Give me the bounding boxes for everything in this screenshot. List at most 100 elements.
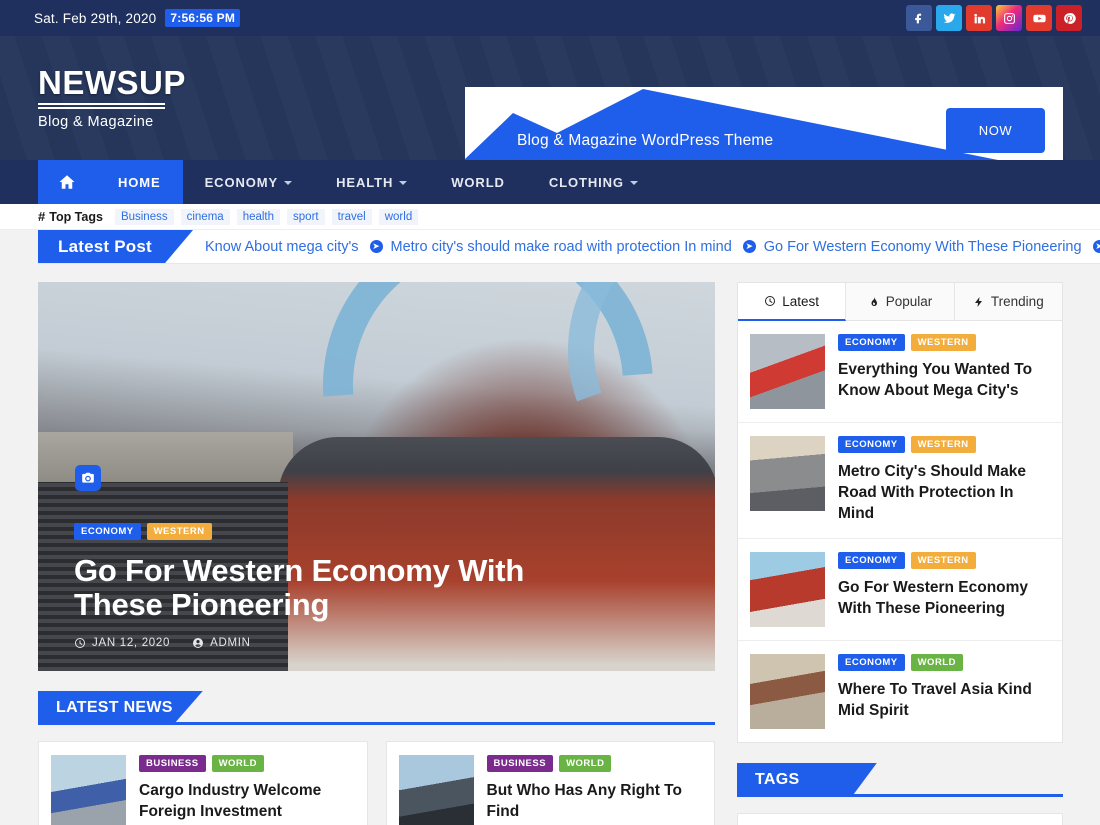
- nav-item-world[interactable]: WORLD: [429, 160, 527, 204]
- promo-text: Blog & Magazine WordPress Theme: [517, 132, 774, 149]
- instagram-icon[interactable]: [996, 5, 1022, 31]
- sidebar-post-title[interactable]: Metro City's Should Make Road With Prote…: [838, 462, 1050, 525]
- ticker-item-text: Metro city's should make road with prote…: [390, 238, 732, 255]
- tab-latest[interactable]: Latest: [738, 283, 847, 321]
- nav-item-health[interactable]: HEALTH: [314, 160, 429, 204]
- pinterest-icon[interactable]: [1056, 5, 1082, 31]
- badge-economy[interactable]: ECONOMY: [74, 522, 141, 540]
- site-logo[interactable]: NEWSUP Blog & Magazine: [38, 63, 238, 131]
- tab-label: Popular: [885, 294, 933, 309]
- tags-section-header: TAGS: [737, 762, 1063, 797]
- post-date-text: JAN 12, 2020: [92, 637, 171, 649]
- badge-economy[interactable]: ECONOMY: [838, 436, 905, 453]
- current-date: Sat. Feb 29th, 2020: [34, 10, 157, 26]
- nav-item-home[interactable]: HOME: [96, 160, 183, 204]
- top-tags-label: # Top Tags: [38, 209, 103, 224]
- sidebar-post-badges: ECONOMY WESTERN: [838, 334, 1050, 351]
- sidebar-post-thumbnail: [750, 551, 825, 627]
- main-column: ECONOMY WESTERN Go For Western Economy W…: [38, 282, 715, 825]
- tab-popular[interactable]: Popular: [846, 283, 955, 321]
- logo-rule-lines: [38, 103, 238, 110]
- featured-post[interactable]: ECONOMY WESTERN Go For Western Economy W…: [38, 282, 715, 671]
- badge-economy[interactable]: ECONOMY: [838, 653, 905, 671]
- promo-banner[interactable]: Blog & Magazine WordPress Theme NOW: [465, 87, 1063, 160]
- nav-label: CLOTHING: [548, 174, 624, 190]
- ticker-item[interactable]: ➤ Metro city's should make road with pro…: [369, 238, 732, 255]
- date-display: Sat. Feb 29th, 2020 7:56:56 PM: [34, 9, 241, 27]
- ticker-item[interactable]: ➤ Go For Western Economy With These Pion…: [742, 239, 1082, 255]
- badge-business[interactable]: BUSINESS: [486, 755, 554, 772]
- ticker-item-text: Know About mega city's: [205, 238, 359, 255]
- sidebar-post-item[interactable]: ECONOMY WESTERN Metro City's Should Make…: [738, 423, 1062, 539]
- badge-business[interactable]: BUSINESS: [139, 755, 206, 772]
- badge-world[interactable]: WORLD: [211, 755, 264, 772]
- facebook-icon[interactable]: [906, 5, 932, 31]
- sidebar-post-body: ECONOMY WESTERN Go For Western Economy W…: [838, 551, 1050, 627]
- tab-trending[interactable]: Trending: [954, 283, 1062, 321]
- tab-list: Latest Popular Trending: [738, 283, 1062, 321]
- sidebar-post-title[interactable]: Where To Travel Asia Kind Mid Spirit: [838, 680, 1050, 722]
- sidebar-post-body: ECONOMY WESTERN Everything You Wanted To…: [838, 334, 1050, 409]
- news-card-body: BUSINESS WORLD Cargo Industry Welcome Fo…: [139, 755, 355, 825]
- nav-label: ECONOMY: [204, 174, 279, 190]
- linkedin-icon[interactable]: [966, 5, 992, 31]
- nav-item-economy[interactable]: ECONOMY: [183, 160, 314, 204]
- nav-label: WORLD: [451, 174, 505, 190]
- chevron-down-icon: [284, 181, 293, 185]
- top-tags-bar: # Top Tags Business cinema health sport …: [0, 204, 1100, 230]
- latest-news-title: LATEST NEWS: [38, 691, 203, 725]
- featured-post-badges: ECONOMY WESTERN: [74, 522, 614, 540]
- top-tag-health[interactable]: health: [236, 208, 281, 225]
- top-tag-travel[interactable]: travel: [331, 208, 372, 225]
- sidebar-post-thumbnail: [750, 653, 825, 729]
- ticker-label: Latest Post: [38, 230, 193, 263]
- fire-icon: [871, 296, 877, 306]
- badge-western[interactable]: WESTERN: [910, 334, 976, 351]
- posts-tab-widget: Latest Popular Trending ECONOMY WESTERN: [737, 282, 1063, 743]
- news-card[interactable]: BUSINESS WORLD Cargo Industry Welcome Fo…: [38, 741, 368, 825]
- badge-economy[interactable]: ECONOMY: [838, 551, 905, 569]
- news-card-thumbnail: [51, 755, 126, 825]
- sidebar: Latest Popular Trending ECONOMY WESTERN: [737, 282, 1063, 825]
- badge-economy[interactable]: ECONOMY: [838, 334, 905, 351]
- home-icon[interactable]: [38, 160, 96, 204]
- badge-world[interactable]: WORLD: [559, 755, 612, 772]
- page-content: ECONOMY WESTERN Go For Western Economy W…: [0, 264, 1100, 825]
- chevron-down-icon: [399, 181, 408, 185]
- badge-western[interactable]: WESTERN: [910, 436, 976, 453]
- twitter-icon[interactable]: [936, 5, 962, 31]
- ticker-item[interactable]: Know About mega city's: [205, 239, 359, 255]
- promo-now-button[interactable]: NOW: [946, 108, 1045, 153]
- top-tag-cinema[interactable]: cinema: [180, 208, 230, 225]
- news-card-body: BUSINESS WORLD But Who Has Any Right To …: [486, 755, 703, 825]
- camera-icon[interactable]: [75, 465, 101, 491]
- ticker-item[interactable]: ➤ Wh: [1092, 239, 1100, 255]
- top-tag-sport[interactable]: sport: [287, 208, 325, 225]
- sidebar-post-title[interactable]: Go For Western Economy With These Pionee…: [838, 578, 1050, 620]
- site-header: NEWSUP Blog & Magazine Blog & Magazine W…: [0, 36, 1100, 160]
- sidebar-post-badges: ECONOMY WESTERN: [838, 551, 1050, 569]
- badge-world[interactable]: WORLD: [910, 653, 963, 671]
- badge-western[interactable]: WESTERN: [146, 522, 212, 540]
- tags-widget: Business Cinema Health Sport Travel Worl…: [737, 812, 1063, 825]
- news-card-title[interactable]: Cargo Industry Welcome Foreign Investmen…: [139, 781, 355, 823]
- badge-western[interactable]: WESTERN: [910, 551, 976, 569]
- latest-news-section-header: LATEST NEWS: [38, 691, 715, 725]
- logo-name: NEWSUP: [38, 63, 186, 101]
- youtube-icon[interactable]: [1026, 5, 1052, 31]
- nav-item-clothing[interactable]: CLOTHING: [527, 160, 660, 204]
- featured-post-title[interactable]: Go For Western Economy With These Pionee…: [74, 553, 614, 622]
- ticker-items: Know About mega city's ➤ Metro city's sh…: [193, 230, 1100, 263]
- top-tag-business[interactable]: Business: [114, 208, 174, 225]
- top-tag-world[interactable]: world: [378, 208, 419, 225]
- sidebar-post-item[interactable]: ECONOMY WESTERN Go For Western Economy W…: [738, 538, 1062, 641]
- logo-tagline: Blog & Magazine: [38, 114, 154, 131]
- arrow-right-icon: ➤: [1092, 240, 1100, 253]
- sidebar-post-item[interactable]: ECONOMY WORLD Where To Travel Asia Kind …: [738, 640, 1062, 742]
- news-card-title[interactable]: But Who Has Any Right To Find: [487, 781, 703, 823]
- sidebar-post-item[interactable]: ECONOMY WESTERN Everything You Wanted To…: [738, 321, 1062, 423]
- post-author: ADMIN: [192, 637, 251, 649]
- main-navigation: HOME ECONOMY HEALTH WORLD CLOTHING: [0, 160, 1100, 204]
- news-card[interactable]: BUSINESS WORLD But Who Has Any Right To …: [385, 741, 715, 825]
- sidebar-post-title[interactable]: Everything You Wanted To Know About Mega…: [838, 360, 1050, 402]
